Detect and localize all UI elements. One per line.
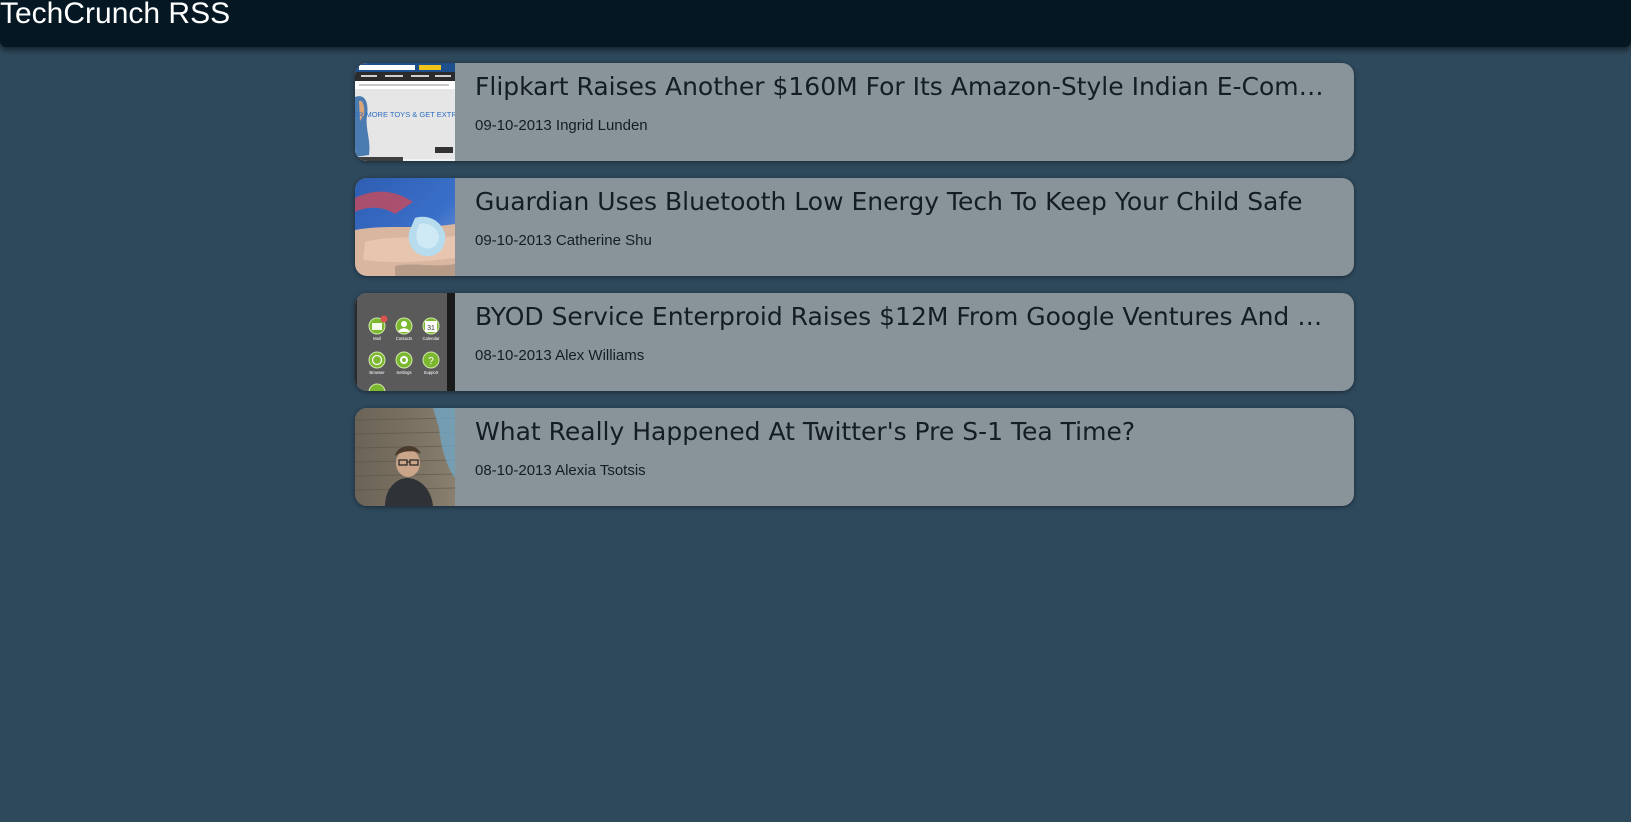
article-author: Alexia Tsotsis xyxy=(555,462,646,479)
banner-line-1: BUY 3 OR MORE TOYS & GET EXTRA 10% OFF xyxy=(355,110,455,119)
article-author: Catherine Shu xyxy=(555,232,652,249)
app-label: Mail xyxy=(373,336,381,341)
calendar-day: 31 xyxy=(427,325,435,332)
app-label: Browser xyxy=(369,370,385,375)
article-date: 09-10-2013 xyxy=(475,117,552,134)
svg-text:?: ? xyxy=(428,356,434,367)
app-title: TechCrunch RSS xyxy=(0,0,231,30)
article-date: 08-10-2013 xyxy=(475,462,552,479)
article-thumbnail xyxy=(355,178,455,276)
ecommerce-banner-image: BUY 3 OR MORE TOYS & GET EXTRA 10% OFF xyxy=(355,63,455,161)
article-list: BUY 3 OR MORE TOYS & GET EXTRA 10% OFF F… xyxy=(355,63,1354,523)
person-photo xyxy=(355,408,455,506)
article-date: 09-10-2013 xyxy=(475,232,552,249)
article-meta: 08-10-2013 Alexia Tsotsis xyxy=(475,462,646,480)
app-label: Settings xyxy=(396,370,411,375)
article-title: Flipkart Raises Another $160M For Its Am… xyxy=(475,72,1335,101)
mobile-app-grid-image: 31 ? Mail Contacts Calendar Browser Sett… xyxy=(355,293,455,391)
app-header: TechCrunch RSS xyxy=(0,0,1631,47)
article-title: Guardian Uses Bluetooth Low Energy Tech … xyxy=(475,187,1303,216)
app-label: Calendar xyxy=(423,336,441,341)
article-thumbnail xyxy=(355,408,455,506)
article-card[interactable]: Guardian Uses Bluetooth Low Energy Tech … xyxy=(355,178,1354,276)
article-title: BYOD Service Enterproid Raises $12M From… xyxy=(475,302,1335,331)
article-thumbnail: 31 ? Mail Contacts Calendar Browser Sett… xyxy=(355,293,455,391)
article-card[interactable]: BUY 3 OR MORE TOYS & GET EXTRA 10% OFF F… xyxy=(355,63,1354,161)
wrist-band-photo xyxy=(355,178,455,276)
article-author: Alex Williams xyxy=(555,347,645,364)
app-label: Support xyxy=(424,370,440,375)
article-meta: 09-10-2013 Catherine Shu xyxy=(475,232,652,250)
app-label: Contacts xyxy=(396,336,413,341)
article-author: Ingrid Lunden xyxy=(555,117,648,134)
article-thumbnail: BUY 3 OR MORE TOYS & GET EXTRA 10% OFF xyxy=(355,63,455,161)
article-date: 08-10-2013 xyxy=(475,347,552,364)
article-title: What Really Happened At Twitter's Pre S-… xyxy=(475,417,1136,446)
article-card[interactable]: What Really Happened At Twitter's Pre S-… xyxy=(355,408,1354,506)
article-meta: 08-10-2013 Alex Williams xyxy=(475,347,644,365)
article-meta: 09-10-2013 Ingrid Lunden xyxy=(475,117,648,135)
article-card[interactable]: 31 ? Mail Contacts Calendar Browser Sett… xyxy=(355,293,1354,391)
